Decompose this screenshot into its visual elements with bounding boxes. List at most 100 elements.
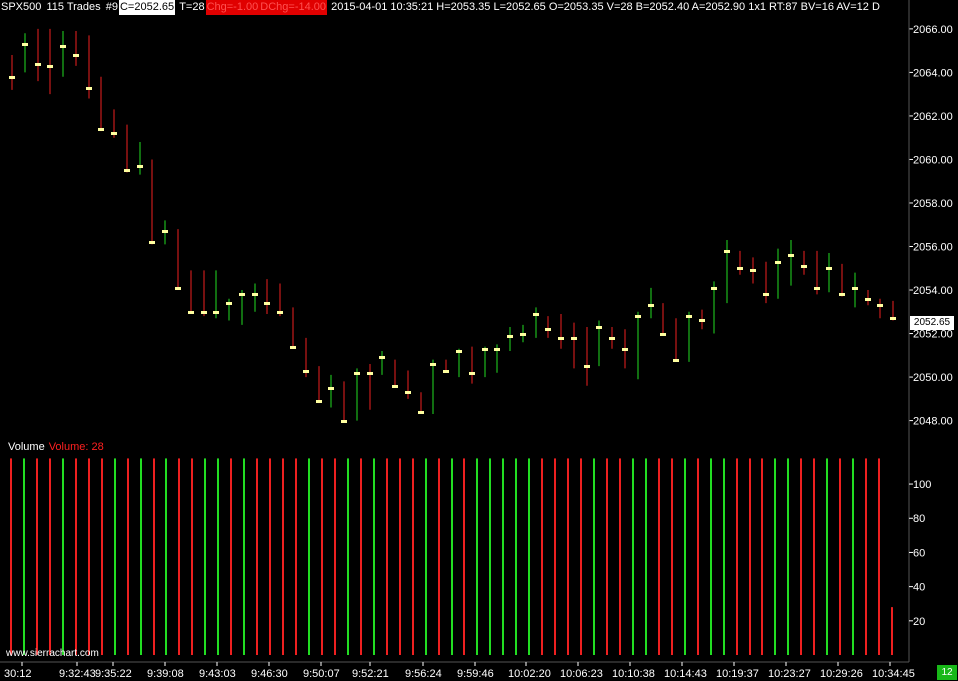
- price-bar-close: [277, 311, 283, 314]
- time-tick-label: 10:29:26: [820, 668, 863, 680]
- daily-change-value: DChg=-14.00: [259, 0, 328, 15]
- price-bar-close: [520, 333, 526, 336]
- price-bar-close: [673, 359, 679, 362]
- volume-tick-label: 40: [913, 582, 925, 594]
- price-tick-label: 2062.00: [913, 111, 953, 123]
- time-tick-label: 10:23:27: [768, 668, 811, 680]
- price-bar-close: [213, 311, 219, 314]
- volume-bar: [826, 458, 828, 655]
- price-volume-chart[interactable]: 2048.00 2050.00 2052.00 2054.00 2056.00 2058.…: [0, 0, 958, 681]
- volume-bar: [476, 458, 478, 655]
- volume-bar: [813, 458, 815, 655]
- volume-bar: [360, 458, 362, 655]
- bottom-badge[interactable]: 12: [937, 665, 957, 680]
- price-bar-close: [699, 319, 705, 322]
- volume-bar: [75, 458, 77, 655]
- price-tick-label: 2048.00: [913, 416, 953, 428]
- volume-bar: [671, 458, 673, 655]
- volume-bar: [386, 458, 388, 655]
- price-bar-close: [826, 267, 832, 270]
- volume-bar: [308, 458, 310, 655]
- price-bar-close: [137, 165, 143, 168]
- volume-bar: [891, 607, 893, 655]
- price-bar-close: [392, 385, 398, 388]
- price-bar-close: [507, 335, 513, 338]
- volume-bar: [878, 458, 880, 655]
- price-bar-close: [201, 311, 207, 314]
- volume-bar: [736, 458, 738, 655]
- time-tick-label: 9:50:07: [303, 668, 340, 680]
- volume-bar: [101, 458, 103, 655]
- volume-bar: [204, 458, 206, 655]
- volume-bar: [554, 458, 556, 655]
- price-bar-close: [98, 128, 104, 131]
- watermark: www.sierrachart.com: [6, 648, 99, 659]
- volume-bar: [451, 458, 453, 655]
- volume-bar: [723, 458, 725, 655]
- price-bar-close: [456, 350, 462, 353]
- price-tick-label: 2060.00: [913, 154, 953, 166]
- price-tick-label: 2064.00: [913, 67, 953, 79]
- price-bar-close: [188, 311, 194, 314]
- price-bar-close: [264, 302, 270, 305]
- time-tick-label: 30:12: [4, 668, 32, 680]
- volume-bar: [541, 458, 543, 655]
- volume-tick-label: 80: [913, 513, 925, 525]
- price-bar-close: [839, 293, 845, 296]
- volume-bar: [567, 458, 569, 655]
- price-bar-close: [877, 304, 883, 307]
- volume-value: Volume: 28: [48, 441, 104, 453]
- volume-tick-label: 100: [913, 479, 931, 491]
- volume-panel-title: Volume Volume: 28: [8, 441, 104, 453]
- volume-bar: [800, 458, 802, 655]
- volume-bar: [425, 458, 427, 655]
- price-bar-close: [852, 287, 858, 290]
- price-bar-close: [35, 63, 41, 66]
- trades-label: 115 Trades: [46, 1, 101, 13]
- price-bar-close: [60, 45, 66, 48]
- volume-bar: [178, 458, 180, 655]
- volume-bar: [865, 458, 867, 655]
- volume-tick-label: 20: [913, 616, 925, 628]
- volume-bar: [243, 458, 245, 655]
- volume-bar: [127, 458, 129, 655]
- price-bar-close: [354, 372, 360, 375]
- price-bar-close: [609, 337, 615, 340]
- time-tick-label: 10:06:23: [560, 668, 603, 680]
- price-bar-close: [22, 43, 28, 46]
- price-bar-close: [558, 337, 564, 340]
- time-tick-label: 10:34:45: [872, 668, 915, 680]
- price-bar-close: [533, 313, 539, 316]
- volume-bar: [774, 458, 776, 655]
- time-tick-label: 10:14:43: [664, 668, 707, 680]
- price-bar-close: [686, 315, 692, 318]
- price-bar-close: [660, 333, 666, 336]
- close-value: C=2052.65: [118, 0, 176, 15]
- volume-bar: [684, 458, 686, 655]
- volume-bar: [593, 458, 595, 655]
- time-tick-label: 9:35:22: [95, 668, 132, 680]
- volume-bar: [502, 458, 504, 655]
- price-bar-close: [584, 365, 590, 368]
- price-tick-label: 2066.00: [913, 24, 953, 36]
- price-bar-close: [367, 372, 373, 375]
- price-bar-close: [341, 420, 347, 423]
- volume-bar: [256, 458, 258, 655]
- volume-bar: [23, 458, 25, 655]
- price-tick-label: 2050.00: [913, 372, 953, 384]
- price-bar-close: [162, 230, 168, 233]
- price-bar-close: [226, 302, 232, 305]
- volume-bar: [230, 458, 232, 655]
- volume-bar: [269, 458, 271, 655]
- price-bar-close: [775, 261, 781, 264]
- volume-bar: [88, 458, 90, 655]
- price-bar-close: [865, 298, 871, 301]
- volume-bar: [321, 458, 323, 655]
- volume-bar: [515, 458, 517, 655]
- volume-bar: [10, 458, 12, 655]
- volume-bar: [295, 458, 297, 655]
- price-bars-group: [9, 28, 896, 423]
- volume-bar: [839, 458, 841, 655]
- price-bar-close: [596, 326, 602, 329]
- price-bar-close: [73, 54, 79, 57]
